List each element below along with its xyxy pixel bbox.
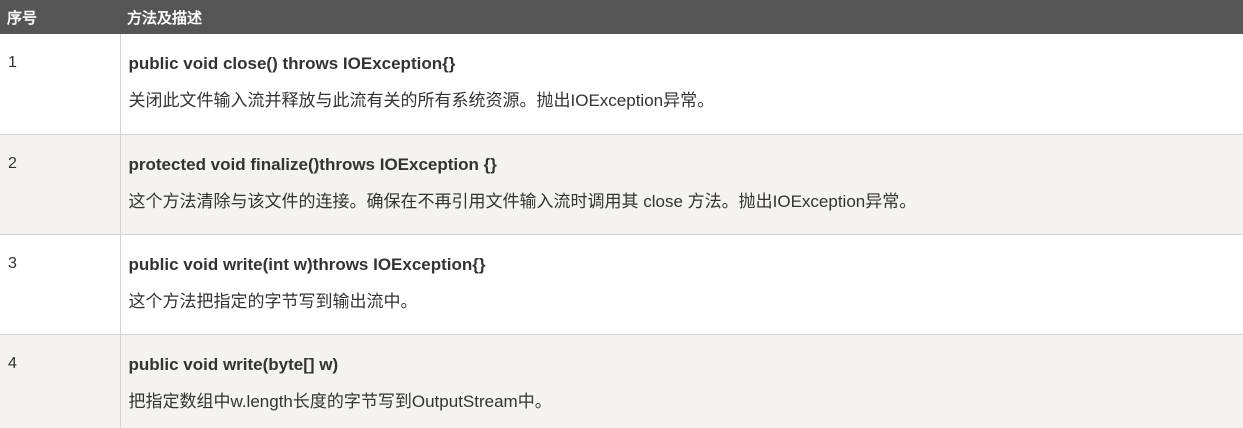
method-signature: protected void finalize()throws IOExcept… <box>128 154 497 174</box>
method-signature: public void write(byte[] w) <box>128 354 339 374</box>
method-cell: protected void finalize()throws IOExcept… <box>120 134 1243 235</box>
row-number: 3 <box>0 234 121 335</box>
header-method-description: 方法及描述 <box>120 0 1243 34</box>
method-cell: public void write(int w)throws IOExcepti… <box>120 234 1243 335</box>
table-row: 1 public void close() throws IOException… <box>0 34 1243 135</box>
method-cell: public void close() throws IOException{}… <box>120 34 1243 135</box>
table-row: 3 public void write(int w)throws IOExcep… <box>0 234 1243 335</box>
method-cell: public void write(byte[] w) 把指定数组中w.leng… <box>120 334 1243 428</box>
table-header-row: 序号 方法及描述 <box>0 0 1243 34</box>
method-signature: public void close() throws IOException{} <box>128 54 456 73</box>
methods-table: 序号 方法及描述 1 public void close() throws IO… <box>0 0 1243 428</box>
table-row: 2 protected void finalize()throws IOExce… <box>0 134 1243 235</box>
method-description: 这个方法把指定的字节写到输出流中。 <box>128 291 418 311</box>
method-signature: public void write(int w)throws IOExcepti… <box>128 254 486 274</box>
row-number: 1 <box>0 34 121 135</box>
method-description: 这个方法清除与该文件的连接。确保在不再引用文件输入流时调用其 close 方法。… <box>128 191 917 211</box>
row-number: 4 <box>0 334 121 428</box>
table-row: 4 public void write(byte[] w) 把指定数组中w.le… <box>0 334 1243 428</box>
row-number: 2 <box>0 134 121 235</box>
header-number: 序号 <box>0 0 120 34</box>
method-description: 关闭此文件输入流并释放与此流有关的所有系统资源。抛出IOException异常。 <box>128 91 715 110</box>
method-description: 把指定数组中w.length长度的字节写到OutputStream中。 <box>128 391 552 411</box>
